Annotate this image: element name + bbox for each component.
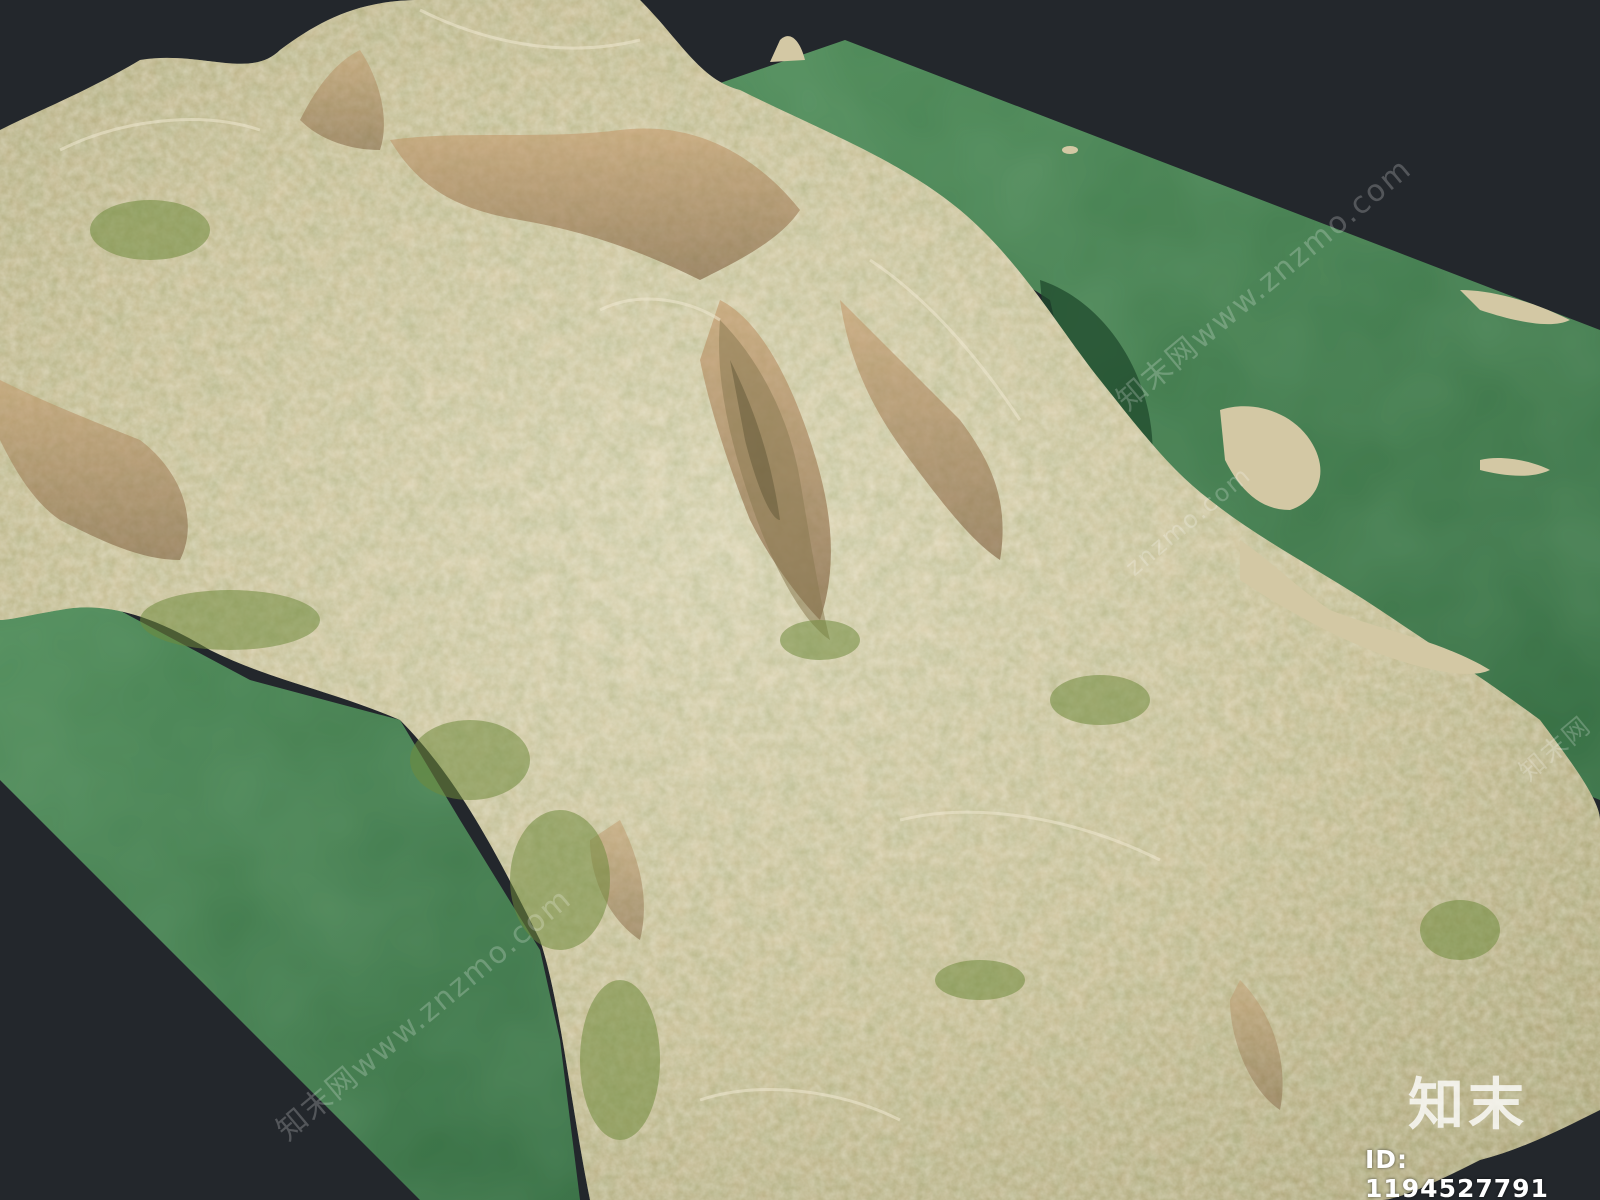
terrain-illustration	[0, 0, 1600, 1200]
terrain-render: 知末网www.znzmo.com 知末网www.znzmo.com znzmo.…	[0, 0, 1600, 1200]
